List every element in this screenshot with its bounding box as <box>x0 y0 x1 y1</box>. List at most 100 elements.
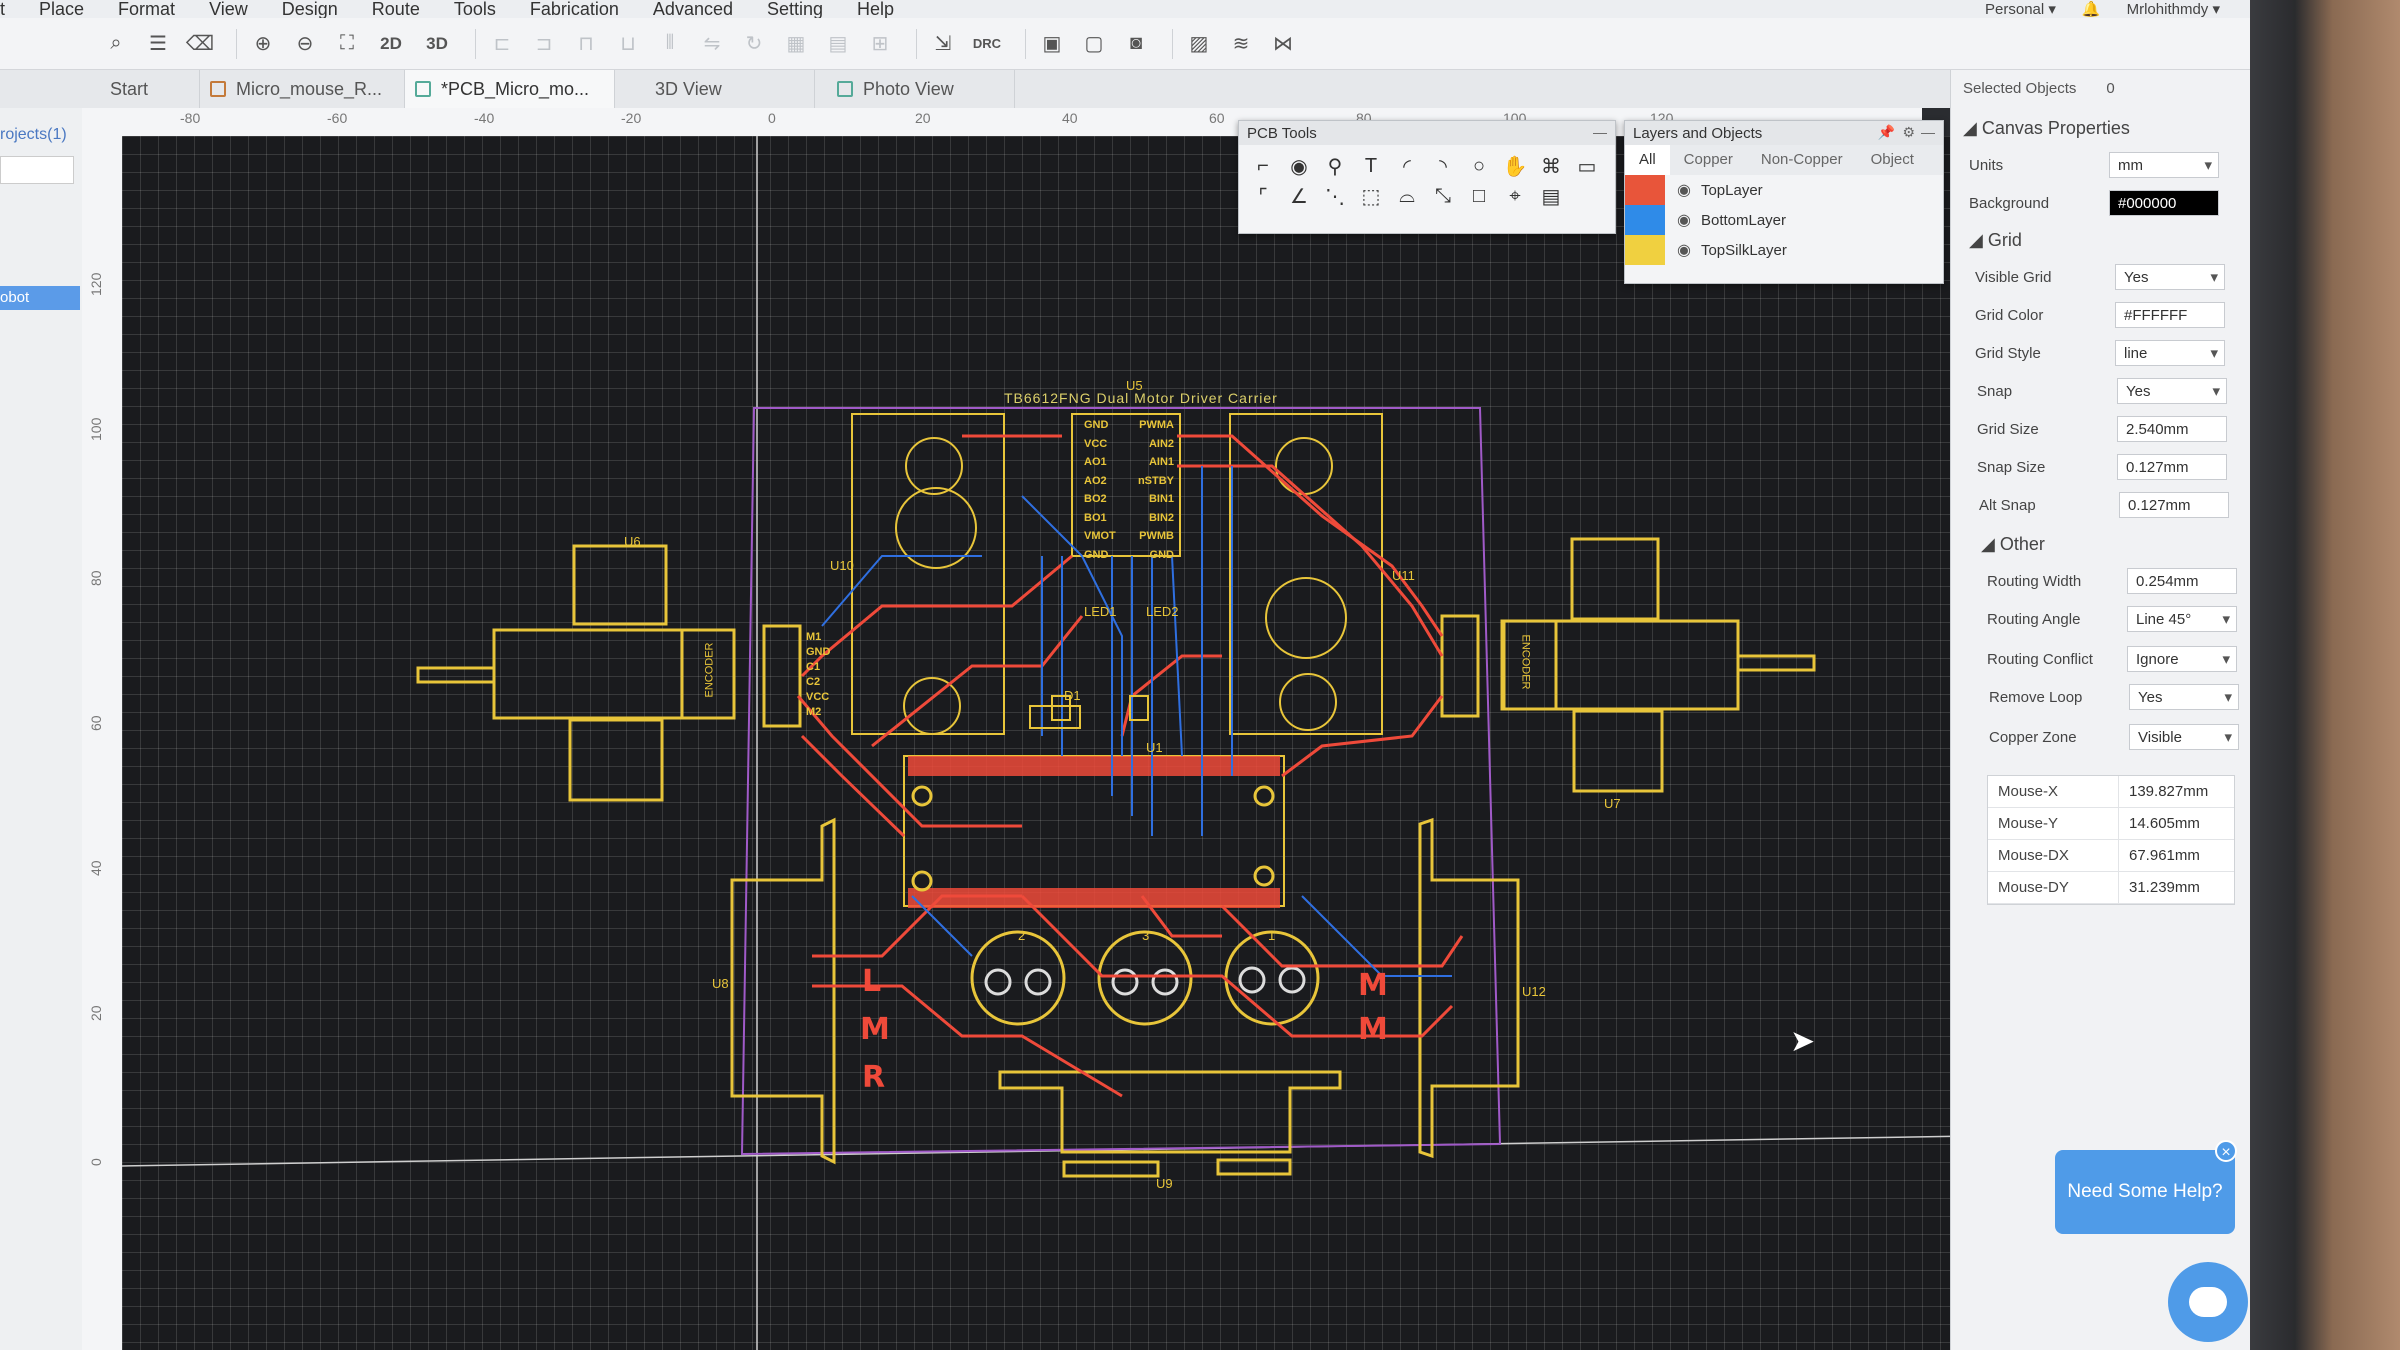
corner-icon[interactable]: ⌜ <box>1249 181 1277 211</box>
grid-size-field[interactable]: 2.540mm <box>2117 416 2227 442</box>
search-icon[interactable]: ⌕ <box>100 28 132 60</box>
units-select[interactable]: mm <box>2109 152 2219 179</box>
pcb-tools-header[interactable]: PCB Tools — <box>1239 121 1615 145</box>
ungroup-icon[interactable]: ▤ <box>822 28 854 60</box>
zoom-out-icon[interactable]: ⊖ <box>289 28 321 60</box>
tab-non-copper[interactable]: Non-Copper <box>1747 145 1857 175</box>
layer-row-top[interactable]: ◉ TopLayer <box>1625 175 1943 205</box>
group-icon[interactable]: ▦ <box>780 28 812 60</box>
user-menu[interactable]: Mrlohithmdy ▾ <box>2127 0 2220 18</box>
layers-header[interactable]: Layers and Objects 📌 ⚙ — <box>1625 121 1943 145</box>
flip-icon[interactable]: ⇋ <box>696 28 728 60</box>
grid-color-field[interactable]: #FFFFFF <box>2115 302 2225 328</box>
project-search-input[interactable] <box>0 156 74 184</box>
minimize-icon[interactable]: — <box>1921 124 1935 140</box>
track-icon[interactable]: ⌐ <box>1249 151 1277 181</box>
project-tree-item[interactable]: obot <box>0 286 80 310</box>
image-icon[interactable]: ▭ <box>1573 151 1601 181</box>
menu-setting[interactable]: Setting <box>767 0 823 20</box>
menu-fabrication[interactable]: Fabrication <box>530 0 619 20</box>
layer-row-topsilk[interactable]: ◉ TopSilkLayer <box>1625 235 1943 265</box>
arc-center-icon[interactable]: ◝ <box>1429 151 1457 181</box>
tab-schematic[interactable]: Micro_mouse_R... <box>200 70 405 108</box>
snap-select[interactable]: Yes <box>2117 378 2227 405</box>
align-top-icon[interactable]: ⊓ <box>570 28 602 60</box>
fabricate-icon[interactable]: ◙ <box>1120 28 1152 60</box>
group-icon[interactable]: ⌖ <box>1501 181 1529 211</box>
chat-button[interactable] <box>2168 1262 2248 1342</box>
pad-icon[interactable]: ◉ <box>1285 151 1313 181</box>
menu-design[interactable]: Design <box>282 0 338 20</box>
eye-icon[interactable]: ◉ <box>1677 180 1691 200</box>
rotate-icon[interactable]: ↻ <box>738 28 770 60</box>
arc-icon[interactable]: ◜ <box>1393 151 1421 181</box>
tab-all[interactable]: All <box>1625 145 1670 175</box>
tab-object[interactable]: Object <box>1857 145 1928 175</box>
menu-tools[interactable]: Tools <box>454 0 496 20</box>
polygon-icon[interactable]: ⌓ <box>1393 181 1421 211</box>
tab-start[interactable]: Start <box>100 70 200 108</box>
tab-3d-view[interactable]: 3D View <box>615 70 815 108</box>
tab-photo-view[interactable]: Photo View <box>815 70 1015 108</box>
circle-icon[interactable]: ○ <box>1465 151 1493 181</box>
image-icon[interactable]: ▨ <box>1183 28 1215 60</box>
routing-conflict-select[interactable]: Ignore <box>2127 646 2237 673</box>
menu-place[interactable]: Place <box>39 0 84 20</box>
align-bottom-icon[interactable]: ⊔ <box>612 28 644 60</box>
snap-size-field[interactable]: 0.127mm <box>2117 454 2227 480</box>
menu-item[interactable]: t <box>0 0 5 20</box>
bom-icon[interactable]: ▣ <box>1036 28 1068 60</box>
layer-color-swatch[interactable] <box>1625 205 1665 235</box>
align-left-icon[interactable]: ⊏ <box>486 28 518 60</box>
alt-snap-field[interactable]: 0.127mm <box>2119 492 2229 518</box>
lock-icon[interactable]: ⊞ <box>864 28 896 60</box>
layer-color-swatch[interactable] <box>1625 235 1665 265</box>
background-field[interactable]: #000000 <box>2109 190 2219 216</box>
help-close-button[interactable]: × <box>2215 1140 2237 1162</box>
connect-pad-icon[interactable]: ⌘ <box>1537 151 1565 181</box>
drc-button[interactable]: DRC <box>969 28 1005 60</box>
angle-icon[interactable]: ∠ <box>1285 181 1313 211</box>
menu-format[interactable]: Format <box>118 0 175 20</box>
help-button[interactable]: Need Some Help? <box>2055 1150 2235 1234</box>
plan-dropdown[interactable]: Personal ▾ <box>1985 0 2056 18</box>
visible-grid-select[interactable]: Yes <box>2115 264 2225 291</box>
minimize-icon[interactable]: — <box>1593 124 1607 140</box>
list-icon[interactable]: ☰ <box>142 28 174 60</box>
measure-icon[interactable]: ⤡ <box>1429 181 1457 211</box>
layers-icon[interactable]: ≋ <box>1225 28 1257 60</box>
gerber-icon[interactable]: ▢ <box>1078 28 1110 60</box>
routing-width-field[interactable]: 0.254mm <box>2127 568 2237 594</box>
view-2d-button[interactable]: 2D <box>373 28 409 60</box>
region-icon[interactable]: ▤ <box>1537 181 1565 211</box>
align-center-icon[interactable]: ⊐ <box>528 28 560 60</box>
pcb-canvas[interactable]: TB6612FNG Dual Motor Driver Carrier U5 U… <box>122 136 1972 1350</box>
rectangle-icon[interactable]: □ <box>1465 181 1493 211</box>
rect-select-icon[interactable]: ⬚ <box>1357 181 1385 211</box>
view-3d-button[interactable]: 3D <box>419 28 455 60</box>
gear-icon[interactable]: ⚙ <box>1902 124 1915 141</box>
pin-icon[interactable]: 📌 <box>1878 124 1895 141</box>
grid-style-select[interactable]: line <box>2115 340 2225 367</box>
projects-title[interactable]: rojects(1) <box>0 126 67 144</box>
fit-icon[interactable]: ⛶ <box>331 28 363 60</box>
distribute-icon[interactable]: ⫴ <box>654 28 686 60</box>
eye-icon[interactable]: ◉ <box>1677 240 1691 260</box>
via-icon[interactable]: ⚲ <box>1321 151 1349 181</box>
tab-pcb[interactable]: *PCB_Micro_mo... <box>405 70 615 108</box>
menu-route[interactable]: Route <box>372 0 420 20</box>
menu-advanced[interactable]: Advanced <box>653 0 733 20</box>
copper-zone-select[interactable]: Visible <box>2129 724 2239 751</box>
text-icon[interactable]: T <box>1357 151 1385 181</box>
layer-row-bottom[interactable]: ◉ BottomLayer <box>1625 205 1943 235</box>
zoom-in-icon[interactable]: ⊕ <box>247 28 279 60</box>
eraser-icon[interactable]: ⌫ <box>184 28 216 60</box>
dimension-icon[interactable]: ⋱ <box>1321 181 1349 211</box>
share-icon[interactable]: ⋈ <box>1267 28 1299 60</box>
routing-angle-select[interactable]: Line 45° <box>2127 606 2237 633</box>
layer-color-swatch[interactable] <box>1625 175 1665 205</box>
menu-help[interactable]: Help <box>857 0 894 20</box>
bell-icon[interactable]: 🔔 <box>2082 0 2101 18</box>
tab-copper[interactable]: Copper <box>1670 145 1747 175</box>
menu-view[interactable]: View <box>209 0 248 20</box>
